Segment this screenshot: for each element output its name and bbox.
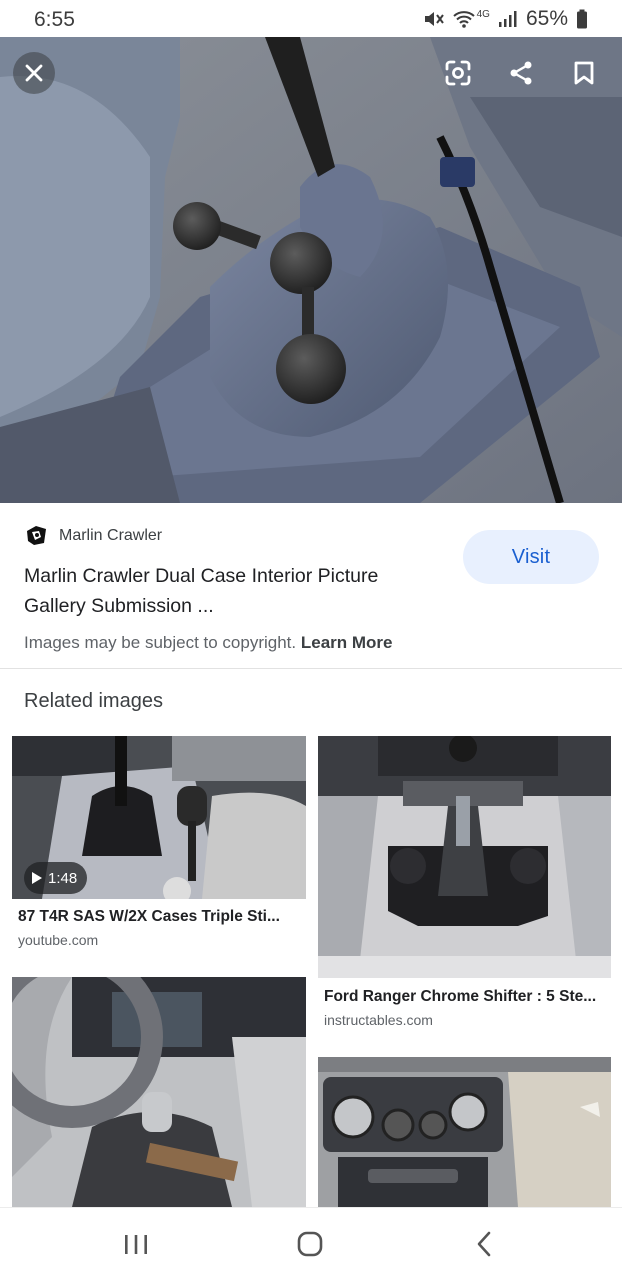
related-thumbnail <box>318 1057 611 1207</box>
signal-icon <box>498 11 517 27</box>
home-button[interactable] <box>290 1228 330 1260</box>
recents-icon <box>125 1235 147 1254</box>
save-button[interactable] <box>563 52 605 94</box>
status-bar: 6:55 4G 65% <box>0 0 622 37</box>
source-row[interactable]: Marlin Crawler <box>24 523 162 548</box>
google-lens-icon <box>445 60 471 86</box>
share-button[interactable] <box>500 52 542 94</box>
share-icon <box>510 61 532 85</box>
battery-icon <box>577 9 587 29</box>
result-title[interactable]: Marlin Crawler Dual Case Interior Pictur… <box>24 561 444 621</box>
google-lens-button[interactable] <box>437 52 479 94</box>
related-image-card[interactable] <box>12 977 306 1207</box>
related-image-title: 87 T4R SAS W/2X Cases Triple Sti... <box>18 908 280 925</box>
video-duration: 1:48 <box>48 869 78 887</box>
status-time: 6:55 <box>34 8 75 31</box>
result-info-panel: Marlin Crawler Marlin Crawler Dual Case … <box>0 503 622 669</box>
battery-percent: 65% <box>525 7 568 30</box>
back-button[interactable] <box>464 1228 504 1260</box>
video-duration-badge: 1:48 <box>24 862 88 894</box>
learn-more-link[interactable]: Learn More <box>301 633 393 652</box>
related-image-site: instructables.com <box>324 1012 433 1028</box>
recents-button[interactable] <box>116 1228 156 1260</box>
source-name: Marlin Crawler <box>59 526 163 544</box>
close-button[interactable] <box>13 52 55 94</box>
main-image[interactable] <box>0 37 622 503</box>
related-thumbnail: 1:48 <box>12 736 306 899</box>
related-image-site: youtube.com <box>18 932 99 948</box>
source-favicon-icon <box>24 523 49 548</box>
related-images-heading: Related images <box>24 690 163 712</box>
system-navigation-bar <box>0 1207 622 1279</box>
related-image-card[interactable]: Ford Ranger Chrome Shifter : 5 Ste... in… <box>318 736 611 1036</box>
bookmark-icon <box>574 61 594 85</box>
close-icon <box>25 64 43 82</box>
related-thumbnail <box>12 977 306 1207</box>
status-icons: 4G 65% <box>423 7 588 31</box>
mute-icon <box>424 12 444 26</box>
related-image-card[interactable] <box>318 1057 611 1207</box>
visit-button[interactable]: Visit <box>463 530 599 584</box>
related-image-title: Ford Ranger Chrome Shifter : 5 Ste... <box>324 988 597 1005</box>
wifi-icon <box>452 11 475 28</box>
back-icon <box>477 1231 491 1257</box>
interior-photo <box>0 37 622 503</box>
related-image-card[interactable]: 1:48 87 T4R SAS W/2X Cases Triple Sti...… <box>12 736 306 958</box>
network-label: 4G <box>476 8 490 20</box>
home-icon <box>297 1231 323 1257</box>
related-thumbnail <box>318 736 611 978</box>
copyright-notice: Images may be subject to copyright. Lear… <box>24 633 393 653</box>
copyright-text: Images may be subject to copyright. <box>24 633 297 652</box>
play-icon <box>32 872 42 884</box>
